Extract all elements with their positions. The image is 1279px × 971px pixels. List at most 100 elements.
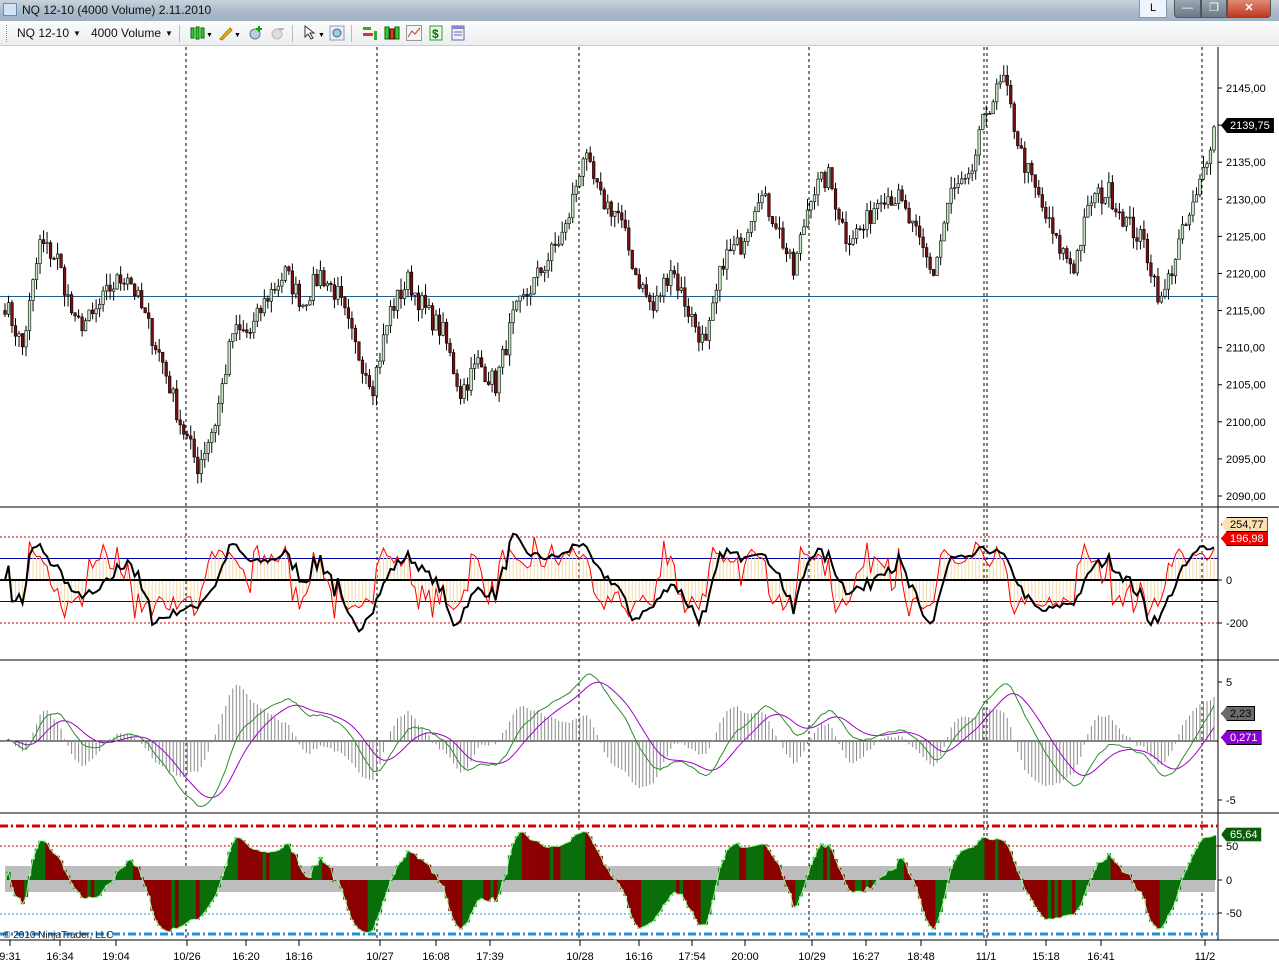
osc-bar [753, 845, 758, 880]
candle-body [1117, 211, 1121, 214]
candle-body [904, 200, 908, 209]
interval-label: 4000 Volume [90, 26, 162, 40]
candle-body [529, 293, 533, 297]
candle-body [1201, 167, 1206, 180]
cci-tick-label: 0 [1226, 575, 1232, 587]
cci-fast-badge: 196,98 [1221, 531, 1268, 546]
osc-bar [756, 844, 761, 880]
candle-body [525, 293, 529, 297]
candle-body [522, 293, 526, 297]
candle-body [150, 318, 154, 346]
osc-bar [980, 837, 985, 880]
time-tick-label: 10/26 [173, 951, 201, 963]
candle-body [981, 114, 985, 131]
candle-body [483, 366, 487, 383]
cci-slow-badge: 254,77 [1221, 517, 1268, 532]
candle-body [136, 290, 140, 297]
candle-body [234, 324, 238, 335]
interval-selector[interactable]: 4000 Volume ▼ [91, 26, 173, 40]
time-tick-label: 16:16 [625, 951, 653, 963]
candle-body [1103, 197, 1107, 204]
candle-body [532, 276, 536, 295]
toolbar-grip[interactable] [6, 24, 7, 42]
osc-bar [48, 849, 53, 880]
osc-bar [1051, 880, 1055, 920]
candle-body [858, 228, 862, 230]
candle-body [129, 277, 133, 285]
properties-icon[interactable] [450, 25, 466, 41]
osc-bar [1012, 861, 1017, 880]
candle-body [192, 438, 196, 458]
osc-bar [563, 843, 568, 880]
candle-body [465, 384, 470, 391]
strategies-icon[interactable] [362, 25, 378, 41]
candle-body [41, 239, 46, 245]
candle-body [140, 290, 144, 309]
osc-bar [651, 880, 656, 922]
candle-body [963, 177, 967, 180]
osc-bar [676, 880, 680, 895]
candle-body [967, 173, 971, 179]
drawing-tool-icon[interactable]: ▼ [218, 25, 241, 41]
osc-bar [1201, 837, 1206, 880]
minimize-button[interactable]: — [1174, 0, 1201, 18]
osc-bar [858, 880, 863, 892]
candle-body [893, 203, 897, 206]
candle-body [311, 273, 315, 301]
osc-bar [406, 850, 411, 880]
link-button[interactable]: L [1139, 0, 1167, 18]
candle-body [942, 222, 946, 242]
dollar-icon[interactable]: $ [428, 25, 444, 41]
osc-bar [1001, 840, 1006, 880]
osc-bar [371, 880, 376, 931]
osc-bar [322, 862, 327, 880]
chart-area[interactable]: 2145,002140,002135,002130,002125,002120,… [0, 47, 1279, 971]
chart-style-icon[interactable]: ▼ [190, 25, 213, 41]
osc-bar [711, 880, 716, 900]
osc-bar [655, 880, 659, 916]
osc-bar [577, 833, 582, 880]
osc-bar [350, 880, 355, 920]
candle-body [297, 283, 301, 307]
maximize-button[interactable]: ❐ [1201, 0, 1227, 18]
candle-body [609, 201, 613, 217]
candle-body [185, 433, 189, 437]
candle-body [490, 370, 494, 385]
bars-icon[interactable] [384, 25, 400, 41]
candle-body [388, 306, 393, 326]
candle-body [543, 270, 547, 274]
candle-body [437, 314, 442, 336]
time-tick-label: 16:20 [232, 951, 260, 963]
pointer-icon[interactable]: ▼ [303, 24, 325, 41]
candle-body [697, 326, 701, 343]
oscillator-badge: 65,64 [1221, 827, 1262, 842]
osc-bar [174, 880, 179, 929]
candle-body [602, 189, 606, 210]
osc-bar [1047, 880, 1052, 919]
candle-body [1082, 216, 1086, 246]
osc-bar [581, 831, 586, 880]
candle-body [991, 101, 995, 114]
indicators-icon[interactable] [405, 25, 422, 41]
zoom-out-icon[interactable] [270, 25, 286, 41]
osc-bar [956, 854, 961, 880]
osc-bar [704, 880, 709, 925]
osc-bar [605, 868, 610, 880]
osc-bar [245, 843, 249, 880]
candle-body [970, 170, 974, 174]
zoom-in-icon[interactable] [248, 25, 264, 41]
osc-bar [669, 880, 673, 896]
candle-body [518, 295, 522, 302]
time-tick-label: 10/27 [366, 951, 394, 963]
time-tick-label: 11/1 [976, 951, 997, 963]
close-button[interactable]: ✕ [1227, 0, 1271, 18]
candle-body [332, 284, 337, 300]
instrument-selector[interactable]: NQ 12-10 ▼ [17, 26, 81, 40]
candle-body [451, 352, 456, 374]
candle-body [921, 236, 925, 248]
osc-bar [991, 839, 996, 880]
data-box-icon[interactable] [329, 25, 345, 41]
candle-body [1012, 103, 1016, 132]
osc-bar [266, 852, 270, 880]
candle-body [1037, 187, 1041, 195]
